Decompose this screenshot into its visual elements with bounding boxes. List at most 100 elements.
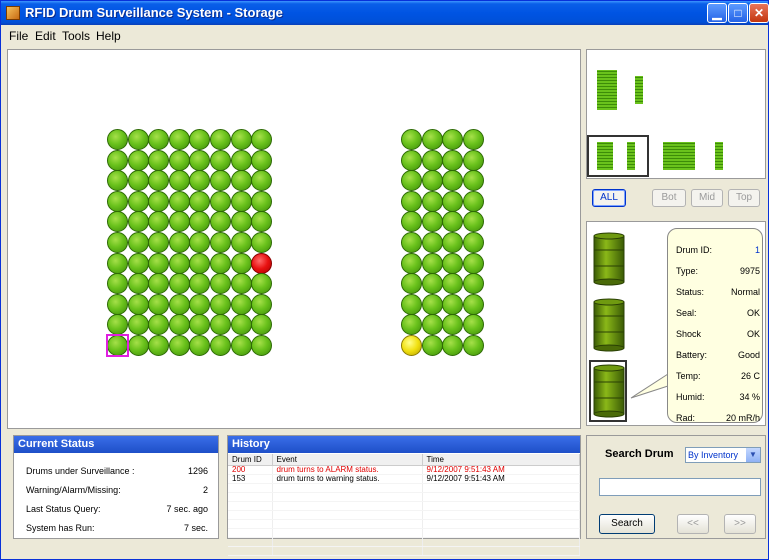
drum-normal[interactable] xyxy=(148,232,170,253)
drum-normal[interactable] xyxy=(462,314,484,336)
drum-normal[interactable] xyxy=(462,293,484,315)
minimap-block[interactable] xyxy=(715,142,723,170)
drum-normal[interactable] xyxy=(210,149,231,171)
drum-normal[interactable] xyxy=(462,232,484,253)
drum-normal[interactable] xyxy=(148,190,170,212)
drum-normal[interactable] xyxy=(251,149,273,171)
drum-normal[interactable] xyxy=(127,273,149,295)
drum-normal[interactable] xyxy=(442,129,464,150)
drum-normal[interactable] xyxy=(189,335,211,356)
chevron-down-icon[interactable]: ▼ xyxy=(746,448,760,462)
drum-normal[interactable] xyxy=(421,314,443,336)
drum-normal[interactable] xyxy=(148,170,170,192)
drum-normal[interactable] xyxy=(210,232,231,253)
drum-normal[interactable] xyxy=(401,170,422,192)
drum-normal[interactable] xyxy=(251,314,273,336)
drum-normal[interactable] xyxy=(442,273,464,295)
drum-normal[interactable] xyxy=(401,149,422,171)
drum-normal[interactable] xyxy=(251,211,273,233)
drum-normal[interactable] xyxy=(462,190,484,212)
drum-normal[interactable] xyxy=(251,293,273,315)
minimap-viewport[interactable] xyxy=(587,135,649,177)
drum-normal[interactable] xyxy=(189,293,211,315)
drum-normal[interactable] xyxy=(189,190,211,212)
drum-normal[interactable] xyxy=(230,129,252,150)
drum-normal[interactable] xyxy=(230,170,252,192)
drum-normal[interactable] xyxy=(230,149,252,171)
drum-top-icon[interactable] xyxy=(593,232,625,286)
drum-normal[interactable] xyxy=(210,335,231,356)
drum-normal[interactable] xyxy=(210,129,231,150)
drum-normal[interactable] xyxy=(401,273,422,295)
drum-normal[interactable] xyxy=(127,190,149,212)
drum-normal[interactable] xyxy=(107,293,128,315)
history-col-drum-id[interactable]: Drum ID xyxy=(228,454,273,466)
drum-normal[interactable] xyxy=(421,273,443,295)
drum-normal[interactable] xyxy=(189,211,211,233)
drum-normal[interactable] xyxy=(251,273,273,295)
drum-normal[interactable] xyxy=(251,190,273,212)
level-middle-button[interactable]: Mid xyxy=(691,189,723,207)
drum-normal[interactable] xyxy=(462,273,484,295)
drum-normal[interactable] xyxy=(107,149,128,171)
drum-normal[interactable] xyxy=(168,232,190,253)
drum-normal[interactable] xyxy=(210,252,231,274)
drum-normal[interactable] xyxy=(107,252,128,274)
drum-normal[interactable] xyxy=(107,129,128,150)
level-bottom-button[interactable]: Bot xyxy=(652,189,686,207)
drum-normal[interactable] xyxy=(168,293,190,315)
drum-normal[interactable] xyxy=(168,170,190,192)
drum-normal[interactable] xyxy=(442,190,464,212)
drum-normal[interactable] xyxy=(148,129,170,150)
drum-normal[interactable] xyxy=(168,335,190,356)
minimap-block[interactable] xyxy=(663,142,695,170)
drum-normal[interactable] xyxy=(148,293,170,315)
drum-normal[interactable] xyxy=(210,190,231,212)
drum-normal[interactable] xyxy=(251,232,273,253)
history-row[interactable]: 153 drum turns to warning status. 9/12/2… xyxy=(228,474,580,484)
drum-normal[interactable] xyxy=(401,211,422,233)
drum-normal[interactable] xyxy=(148,149,170,171)
drum-normal[interactable] xyxy=(189,232,211,253)
drum-normal[interactable] xyxy=(462,170,484,192)
drum-normal[interactable] xyxy=(148,273,170,295)
drum-normal[interactable] xyxy=(127,170,149,192)
drum-normal[interactable] xyxy=(251,170,273,192)
drum-normal[interactable] xyxy=(251,129,273,150)
drum-normal[interactable] xyxy=(148,314,170,336)
drum-normal[interactable] xyxy=(189,273,211,295)
history-table[interactable]: Drum ID Event Time 200 drum turns to ALA… xyxy=(228,454,580,556)
search-input[interactable] xyxy=(599,478,761,496)
drum-normal[interactable] xyxy=(442,170,464,192)
minimap-block[interactable] xyxy=(635,76,643,104)
next-result-button[interactable]: >> xyxy=(724,514,756,534)
drum-normal[interactable] xyxy=(127,232,149,253)
drum-normal[interactable] xyxy=(442,293,464,315)
drum-warning[interactable] xyxy=(401,335,422,356)
drum-normal[interactable] xyxy=(189,252,211,274)
drum-normal[interactable] xyxy=(230,252,252,274)
drum-normal[interactable] xyxy=(442,149,464,171)
drum-normal[interactable] xyxy=(107,314,128,336)
overview-minimap[interactable] xyxy=(586,49,766,179)
drum-normal[interactable] xyxy=(127,129,149,150)
drum-normal[interactable] xyxy=(401,293,422,315)
drum-normal[interactable] xyxy=(401,190,422,212)
drum-normal[interactable] xyxy=(127,293,149,315)
drum-normal[interactable] xyxy=(189,170,211,192)
drum-normal[interactable] xyxy=(442,335,464,356)
drum-normal[interactable] xyxy=(230,232,252,253)
drum-normal[interactable] xyxy=(251,335,273,356)
search-mode-select[interactable]: By Inventory ▼ xyxy=(685,447,761,463)
close-button[interactable]: ✕ xyxy=(749,3,769,23)
drum-normal[interactable] xyxy=(107,190,128,212)
drum-normal[interactable] xyxy=(401,252,422,274)
drum-normal[interactable] xyxy=(210,211,231,233)
drum-normal[interactable] xyxy=(148,335,170,356)
drum-normal[interactable] xyxy=(107,232,128,253)
drum-normal[interactable] xyxy=(210,293,231,315)
drum-normal[interactable] xyxy=(127,335,149,356)
drum-normal[interactable] xyxy=(210,314,231,336)
drum-alarm[interactable] xyxy=(251,252,273,274)
minimize-button[interactable]: ▁ xyxy=(707,3,727,23)
